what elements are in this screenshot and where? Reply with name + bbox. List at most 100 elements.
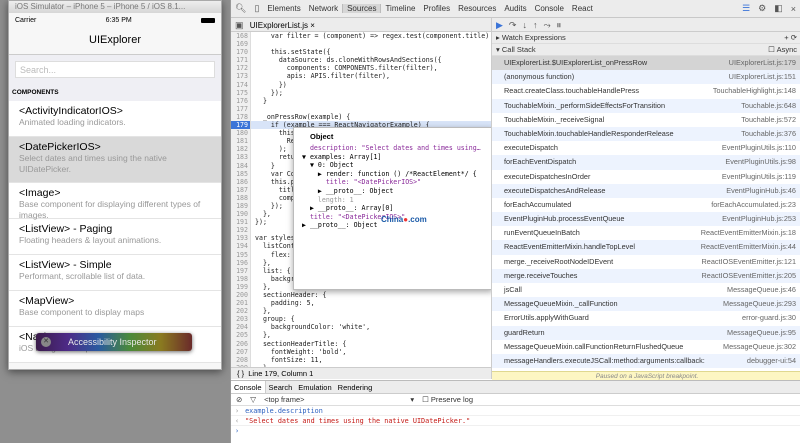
- accessibility-inspector[interactable]: ✕ Accessibility Inspector: [36, 333, 192, 351]
- call-frame-location[interactable]: ReactEventEmitterMixin.js:18: [701, 226, 796, 240]
- line-number[interactable]: 196: [231, 258, 251, 267]
- popover-property[interactable]: ▶ __proto__: Object: [294, 187, 492, 196]
- call-frame[interactable]: TouchableMixin._receiveSignal Touchable.j…: [492, 113, 800, 127]
- call-frame[interactable]: UIExplorerList.$UIExplorerList_onPressRo…: [492, 56, 800, 71]
- filter-icon[interactable]: ▽: [250, 394, 256, 405]
- gear-icon[interactable]: ⚙: [754, 3, 770, 14]
- line-number[interactable]: 185: [231, 169, 251, 178]
- deactivate-breakpoints-icon[interactable]: ⤳: [543, 20, 556, 30]
- call-frame[interactable]: TouchableMixin._performSideEffectsForTra…: [492, 98, 800, 113]
- call-frame[interactable]: jsCall MessageQueue.js:46: [492, 283, 800, 297]
- step-into-icon[interactable]: ↓: [522, 20, 533, 30]
- call-frame-location[interactable]: UIExplorerList.js:179: [729, 56, 796, 70]
- tab-sources[interactable]: Sources: [342, 4, 382, 13]
- call-frame-location[interactable]: EventPluginUtils.js:98: [725, 155, 796, 169]
- line-number[interactable]: 175: [231, 88, 251, 97]
- call-frame[interactable]: merge._receiveRootNodeIDEvent ReactIOSEve…: [492, 255, 800, 269]
- call-frame-location[interactable]: EventPluginHub.js:46: [726, 184, 796, 198]
- call-frame[interactable]: executeDispatchesAndRelease EventPluginHu…: [492, 183, 800, 198]
- call-frame-location[interactable]: UIExplorerList.js:151: [729, 70, 796, 84]
- close-tab-icon[interactable]: ×: [310, 21, 315, 30]
- call-frame[interactable]: (anonymous function) UIExplorerList.js:15…: [492, 70, 800, 85]
- popover-property[interactable]: ▼ examples: Array[1]: [294, 153, 492, 162]
- line-number[interactable]: 176: [231, 96, 251, 105]
- step-out-icon[interactable]: ↑: [533, 20, 544, 30]
- line-number[interactable]: 173: [231, 72, 251, 81]
- call-frame[interactable]: TouchableMixin.touchableHandleResponderR…: [492, 126, 800, 142]
- line-number[interactable]: 200: [231, 291, 251, 300]
- file-tab[interactable]: UIExplorerList.js: [250, 21, 308, 30]
- line-number[interactable]: 188: [231, 193, 251, 202]
- popover-property[interactable]: length: 1: [294, 196, 492, 205]
- clear-console-icon[interactable]: ⊘: [236, 394, 242, 405]
- add-refresh-icons[interactable]: + ⟳: [784, 32, 797, 43]
- drawer-tab-search[interactable]: Search: [266, 381, 296, 393]
- call-frame-location[interactable]: error-guard.js:30: [742, 311, 796, 325]
- line-number[interactable]: 199: [231, 282, 251, 291]
- line-number[interactable]: 180: [231, 129, 251, 138]
- tab-audits[interactable]: Audits: [500, 4, 530, 13]
- tab-network[interactable]: Network: [305, 4, 342, 13]
- close-icon[interactable]: ✕: [41, 337, 51, 347]
- call-frame-location[interactable]: EventPluginHub.js:253: [722, 212, 796, 226]
- line-number[interactable]: 203: [231, 315, 251, 324]
- line-number[interactable]: 201: [231, 299, 251, 308]
- call-frame[interactable]: messageHandlers.executeJSCall:method:arg…: [492, 353, 800, 369]
- drawer-tab-console[interactable]: Console: [231, 381, 266, 393]
- close-icon[interactable]: ×: [787, 4, 800, 14]
- line-number[interactable]: 190: [231, 210, 251, 219]
- line-number[interactable]: 189: [231, 201, 251, 211]
- line-number[interactable]: 194: [231, 242, 251, 251]
- search-input[interactable]: Search...: [15, 61, 215, 78]
- navigator-toggle-icon[interactable]: ▣: [231, 20, 248, 30]
- call-frame-location[interactable]: ReactEventEmitterMixin.js:44: [701, 240, 796, 254]
- line-number[interactable]: 179: [231, 121, 251, 130]
- line-number[interactable]: 205: [231, 331, 251, 340]
- tab-resources[interactable]: Resources: [454, 4, 500, 13]
- dock-icon[interactable]: ◧: [770, 3, 787, 14]
- line-number[interactable]: 186: [231, 177, 251, 186]
- line-number[interactable]: 195: [231, 250, 251, 259]
- list-item[interactable]: <ListView> - Simple Performant, scrollabl…: [9, 255, 221, 291]
- tab-elements[interactable]: Elements: [263, 4, 304, 13]
- line-number[interactable]: 169: [231, 40, 251, 49]
- line-number[interactable]: 204: [231, 323, 251, 332]
- call-frame[interactable]: MessageQueueMixin._callFunction MessageQu…: [492, 297, 800, 312]
- line-number[interactable]: 184: [231, 161, 251, 170]
- device-icon[interactable]: ▯: [250, 3, 263, 14]
- popover-property[interactable]: ▶ render: function () /*ReactElement*/ {: [294, 170, 492, 179]
- line-number[interactable]: 171: [231, 56, 251, 65]
- call-frame[interactable]: ReactEventEmitterMixin.handleTopLevel Rea…: [492, 240, 800, 255]
- async-checkbox[interactable]: ☐: [768, 45, 775, 54]
- drawer-tab-rendering[interactable]: Rendering: [335, 381, 376, 393]
- list-item[interactable]: <DatePickerIOS> Select dates and times us…: [9, 137, 221, 183]
- call-frame-location[interactable]: MessageQueue.js:95: [727, 326, 796, 340]
- call-frame[interactable]: forEachEventDispatch EventPluginUtils.js:…: [492, 155, 800, 170]
- line-number[interactable]: 182: [231, 145, 251, 154]
- call-frame[interactable]: ErrorUtils.applyWithGuard error-guard.js:…: [492, 311, 800, 325]
- watch-expressions-header[interactable]: ▸ Watch Expressions + ⟳: [492, 32, 800, 44]
- call-frame-location[interactable]: EventPluginUtils.js:119: [722, 170, 796, 184]
- line-number[interactable]: 208: [231, 355, 251, 364]
- call-frame[interactable]: EventPluginHub.processEventQueue EventPlu…: [492, 212, 800, 227]
- list-item[interactable]: <ListView> - Paging Floating headers & la…: [9, 219, 221, 255]
- tab-console[interactable]: Console: [531, 4, 568, 13]
- line-number[interactable]: 197: [231, 266, 251, 275]
- call-frame-location[interactable]: ReactIOSEventEmitter.js:205: [702, 269, 797, 283]
- call-frame-location[interactable]: EventPluginUtils.js:110: [722, 141, 796, 155]
- line-number[interactable]: 172: [231, 64, 251, 73]
- tab-react[interactable]: React: [568, 4, 597, 13]
- line-number[interactable]: 178: [231, 112, 251, 122]
- step-over-icon[interactable]: ↷: [509, 20, 523, 30]
- list-item[interactable]: <MapView> Base component to display maps: [9, 291, 221, 327]
- line-number[interactable]: 174: [231, 80, 251, 89]
- call-frame[interactable]: merge.receiveTouches ReactIOSEventEmitter…: [492, 268, 800, 283]
- list-item[interactable]: <Image> Base component for displaying dif…: [9, 183, 221, 220]
- call-frame-location[interactable]: MessageQueue.js:302: [723, 340, 796, 354]
- call-stack-header[interactable]: ▾ Call Stack ☐ Async: [492, 44, 800, 56]
- line-number[interactable]: 183: [231, 153, 251, 162]
- line-number[interactable]: 202: [231, 307, 251, 316]
- popover-property[interactable]: description: "Select dates and times usi…: [294, 144, 492, 153]
- call-frame-location[interactable]: Touchable.js:572: [741, 113, 796, 127]
- line-number[interactable]: 168: [231, 32, 251, 41]
